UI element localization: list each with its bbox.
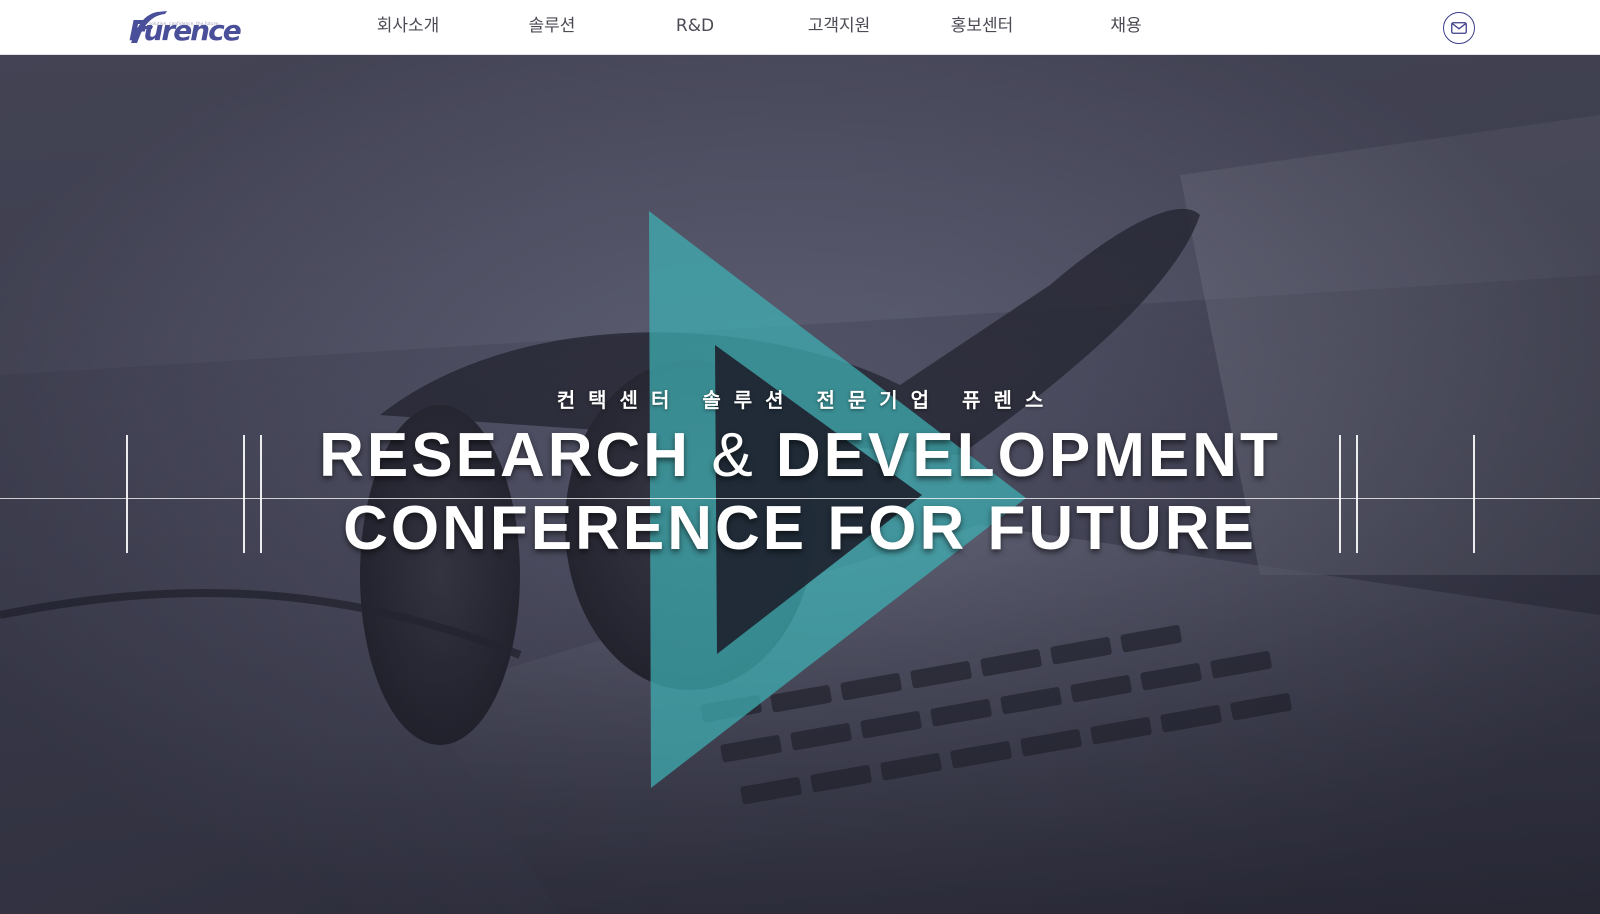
nav-item-company[interactable]: 회사소개 [348,14,468,38]
main-nav: 회사소개 솔루션 R&D 고객지원 홍보센터 채용 [0,0,1600,55]
hero-subtitle: 컨택센터 솔루션 전문기업 퓨렌스 [556,388,1057,412]
hero-title-line-2: CONFERENCE FOR FUTURE [343,494,1257,563]
hero-banner: 컨택센터 솔루션 전문기업 퓨렌스 RESEARCH & DEVELOPMENT… [0,55,1600,914]
envelope-icon [1451,22,1467,34]
mail-button[interactable] [1443,12,1475,44]
nav-item-rnd[interactable]: R&D [635,14,755,38]
site-header: Furence solution, confidence, the future… [0,0,1600,55]
nav-item-careers[interactable]: 채용 [1066,14,1186,38]
hero-title-line-1: RESEARCH & DEVELOPMENT [0,421,1600,491]
nav-item-pr-center[interactable]: 홍보센터 [922,14,1042,38]
hero-title-ampersand: & [711,421,756,490]
nav-item-support[interactable]: 고객지원 [779,14,899,38]
hero-title-development: DEVELOPMENT [775,421,1281,490]
nav-item-solutions[interactable]: 솔루션 [492,14,612,38]
hero-title-research: RESEARCH [319,421,692,490]
